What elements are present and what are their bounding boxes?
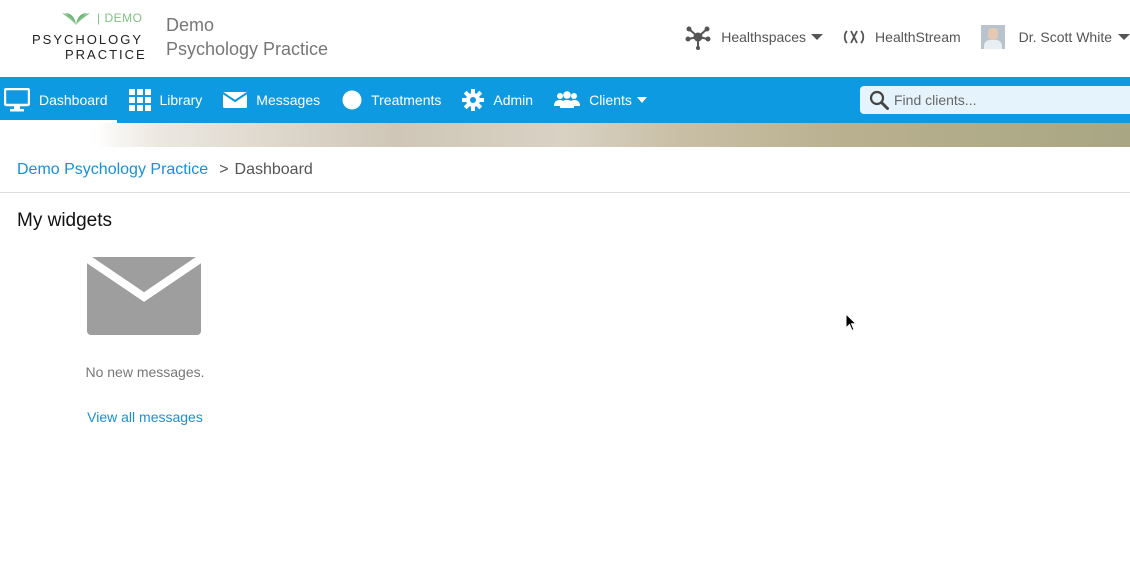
nav-messages-label: Messages: [256, 92, 321, 108]
circle-icon: [342, 90, 362, 110]
network-nodes-icon: [685, 24, 711, 50]
nav-library-label: Library: [159, 92, 203, 108]
monitor-icon: [4, 88, 30, 112]
practice-logo[interactable]: | DEMO PSYCHOLOGY PRACTICE: [30, 10, 145, 65]
healthstream-link[interactable]: HealthStream: [843, 28, 961, 46]
practice-name-line2: Psychology Practice: [166, 39, 329, 59]
nav-admin[interactable]: Admin: [450, 77, 542, 123]
client-search[interactable]: [860, 86, 1130, 114]
nav-clients-label: Clients: [589, 92, 632, 108]
page-title: My widgets: [17, 210, 113, 231]
breadcrumb-separator: >: [219, 161, 229, 178]
breadcrumb-current: Dashboard: [234, 161, 313, 178]
grid-icon: [128, 89, 151, 111]
envelope-icon: [87, 257, 201, 335]
envelope-icon: [223, 92, 248, 108]
leaf-icon: [62, 13, 90, 25]
main-navbar: Dashboard Library Messages Treatments Ad…: [0, 77, 1130, 123]
practice-name: Demo Psychology Practice: [166, 13, 328, 61]
logo-text-line1: PSYCHOLOGY: [32, 32, 144, 47]
chevron-down-icon: [1118, 34, 1130, 40]
logo-text-line2: PRACTICE: [65, 47, 147, 62]
logo-demo-tag: | DEMO: [97, 11, 143, 25]
chevron-down-icon: [811, 34, 824, 40]
user-name: Dr. Scott White: [1018, 29, 1112, 45]
main-nav: Dashboard Library Messages Treatments Ad…: [0, 77, 656, 123]
nav-treatments[interactable]: Treatments: [329, 77, 450, 123]
header-banner: [0, 123, 1130, 147]
healthspaces-label: Healthspaces: [721, 29, 807, 45]
nav-dashboard[interactable]: Dashboard: [0, 77, 117, 123]
breadcrumb-practice-link[interactable]: Demo Psychology Practice: [17, 161, 208, 179]
top-right-menu: Healthspaces HealthStream Dr. Scott Whit…: [685, 24, 1130, 50]
top-header: | DEMO PSYCHOLOGY PRACTICE Demo Psycholo…: [0, 0, 1130, 77]
healthstream-label: HealthStream: [875, 29, 961, 45]
messages-status: No new messages.: [85, 364, 205, 380]
nav-clients[interactable]: Clients: [542, 77, 656, 123]
divider: [0, 192, 1130, 193]
view-all-messages-link[interactable]: View all messages: [60, 409, 230, 425]
nav-messages[interactable]: Messages: [211, 77, 329, 123]
nav-treatments-label: Treatments: [371, 92, 442, 108]
search-input[interactable]: [894, 92, 1124, 108]
healthstream-icon: [843, 28, 865, 46]
nav-dashboard-label: Dashboard: [39, 92, 108, 108]
user-menu[interactable]: Dr. Scott White: [980, 25, 1130, 49]
users-icon: [554, 91, 581, 109]
gear-icon: [462, 89, 485, 111]
search-icon: [869, 90, 889, 110]
breadcrumb: Demo Psychology Practice > Dashboard: [17, 161, 313, 179]
practice-name-line1: Demo: [166, 15, 215, 35]
mouse-cursor-icon: [845, 313, 857, 332]
nav-library[interactable]: Library: [117, 77, 212, 123]
healthspaces-dropdown[interactable]: Healthspaces: [685, 24, 824, 50]
chevron-down-icon: [636, 97, 647, 103]
user-avatar: [980, 25, 1005, 49]
nav-admin-label: Admin: [493, 92, 534, 108]
